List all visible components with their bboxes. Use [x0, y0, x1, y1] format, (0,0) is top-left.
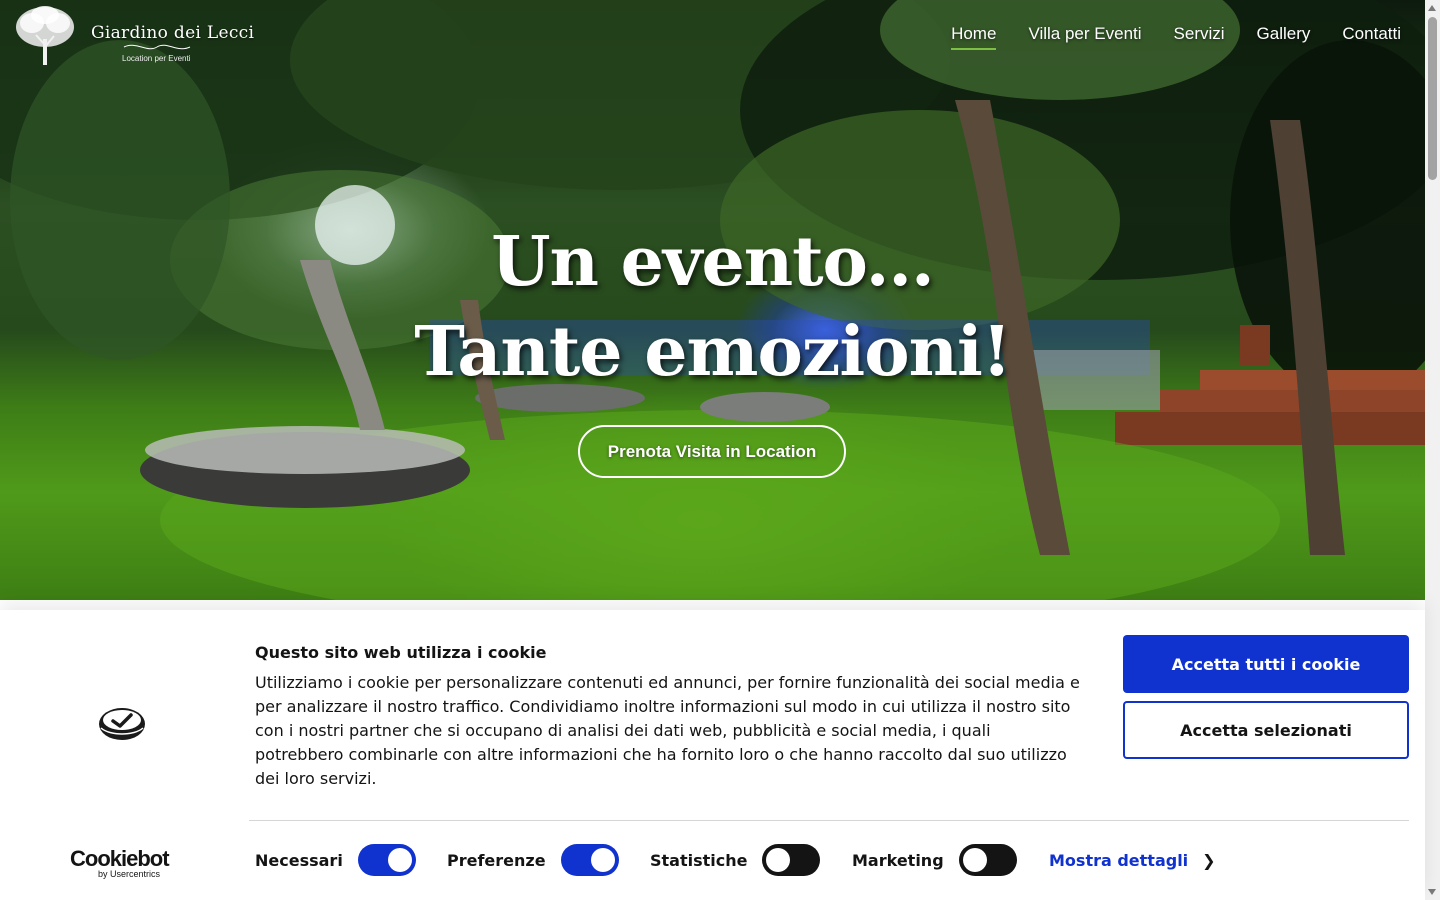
cookie-description: Utilizziamo i cookie per personalizzare … [255, 673, 1080, 788]
site-logo[interactable]: Giardino dei Lecci Location per Eventi [14, 5, 254, 69]
marketing-toggle[interactable] [958, 844, 1017, 876]
toggle-label: Marketing [852, 850, 944, 870]
cookiebot-logo-icon [99, 708, 145, 740]
nav-servizi[interactable]: Servizi [1174, 24, 1225, 50]
ornament-icon [123, 44, 191, 50]
toggle-statistiche-group: Statistiche [650, 844, 821, 876]
cookiebot-brand-by: by Usercentrics [98, 869, 161, 879]
cookie-title: Questo sito web utilizza i cookie [255, 643, 547, 662]
scroll-down-icon[interactable] [1428, 889, 1436, 895]
cookiebot-brand: Cookiebot by Usercentrics [70, 846, 170, 879]
scroll-up-icon[interactable] [1428, 5, 1436, 11]
show-details-link[interactable]: Mostra dettagli ❯ [1049, 851, 1216, 870]
cookie-divider [249, 820, 1409, 821]
toggle-marketing-group: Marketing [852, 844, 1017, 876]
statistiche-toggle[interactable] [762, 844, 821, 876]
nav-villa-eventi[interactable]: Villa per Eventi [1028, 24, 1141, 50]
toggle-label: Statistiche [650, 850, 748, 870]
logo-title: Giardino dei Lecci [91, 23, 255, 43]
nav-contatti[interactable]: Contatti [1342, 24, 1401, 50]
logo-subtitle: Location per Eventi [122, 54, 191, 63]
toggle-label: Necessari [255, 850, 343, 870]
show-details-label: Mostra dettagli [1049, 851, 1189, 870]
nav-home[interactable]: Home [951, 24, 997, 50]
main-nav: Home Villa per Eventi Servizi Gallery Co… [951, 24, 1401, 50]
toggle-label: Preferenze [447, 850, 546, 870]
accept-selected-cookies-button[interactable]: Accetta selezionati [1123, 701, 1409, 759]
toggle-knob [962, 848, 987, 872]
preferenze-toggle[interactable] [560, 844, 619, 876]
scroll-thumb[interactable] [1428, 17, 1437, 180]
hero-title-line1: Un evento... [491, 222, 934, 302]
nav-gallery[interactable]: Gallery [1257, 24, 1311, 50]
accept-all-cookies-button[interactable]: Accetta tutti i cookie [1123, 635, 1409, 693]
hero-banner: Un evento... Tante emozioni! Prenota Vis… [0, 0, 1425, 600]
toggle-necessari-group: Necessari [255, 844, 416, 876]
tree-logo-icon [16, 6, 74, 65]
page-scrollbar[interactable] [1425, 0, 1440, 900]
toggle-knob [766, 848, 791, 872]
toggle-preferenze-group: Preferenze [447, 844, 619, 876]
chevron-right-icon: ❯ [1202, 851, 1216, 870]
necessari-toggle[interactable] [357, 844, 416, 876]
hero-title-line2: Tante emozioni! [414, 312, 1011, 392]
cookie-consent-banner: Questo sito web utilizza i cookie Utiliz… [0, 610, 1425, 900]
toggle-knob [387, 848, 412, 872]
book-visit-button[interactable]: Prenota Visita in Location [578, 425, 846, 478]
toggle-knob [590, 848, 615, 872]
